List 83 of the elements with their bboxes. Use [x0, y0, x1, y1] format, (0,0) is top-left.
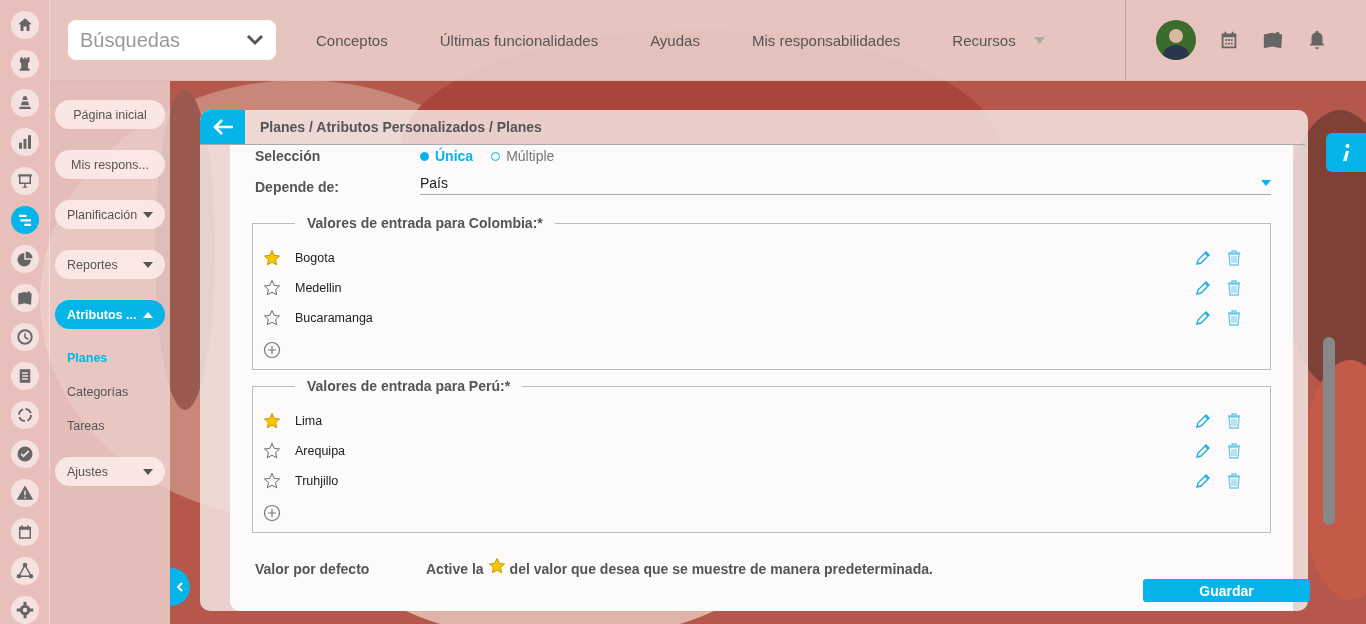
sidebar-menu[interactable]: Ajustes [55, 457, 165, 486]
pie-chart-icon [15, 250, 34, 268]
edit-icon[interactable] [1195, 473, 1211, 489]
edit-icon[interactable] [1195, 250, 1211, 266]
value-label: Lima [295, 414, 324, 428]
breadcrumb: Planes / Atributos Personalizados / Planes [260, 119, 542, 135]
settings-icon [15, 601, 34, 619]
field-label: Depende de: [255, 179, 340, 195]
rail-button[interactable] [10, 89, 39, 117]
edit-icon[interactable] [1195, 413, 1211, 429]
rail-button[interactable] [10, 206, 39, 234]
back-button[interactable] [200, 110, 245, 144]
rail-button[interactable] [10, 284, 39, 312]
hint-text: Active la [426, 561, 484, 577]
group-title: Valores de entrada para Perú:* [306, 378, 512, 394]
nav-link[interactable]: Ayudas [650, 31, 700, 49]
clock-icon [15, 328, 34, 346]
nav-link[interactable]: Recursos [952, 31, 1016, 49]
nav-link[interactable]: Mis responsabilidades [751, 31, 901, 49]
rail-button[interactable] [10, 128, 39, 156]
star-icon[interactable] [263, 249, 281, 267]
nav-link[interactable]: Últimas funcionalidades [439, 31, 599, 49]
warning-icon [15, 484, 34, 502]
edit-icon[interactable] [1195, 443, 1211, 459]
value-label: Truhjillo [295, 474, 340, 488]
rail-button[interactable] [10, 557, 39, 585]
rail-button[interactable] [10, 323, 39, 351]
star-icon[interactable] [263, 309, 281, 327]
edit-icon[interactable] [1195, 310, 1211, 326]
sidebar-menu[interactable]: Reportes [55, 250, 165, 279]
chevron-left-icon [176, 581, 184, 593]
rail-button[interactable] [10, 167, 39, 195]
caret-down-icon [143, 468, 153, 475]
avatar[interactable] [1156, 20, 1196, 60]
caret-down-icon [143, 211, 153, 218]
info-button[interactable] [1326, 133, 1366, 172]
field-label: Selección [255, 148, 322, 164]
sidebar-menu[interactable]: Planificación [55, 200, 165, 229]
presentation-icon [15, 172, 34, 190]
rail-button[interactable] [10, 11, 39, 39]
star-icon [487, 557, 506, 575]
sidebar-item[interactable]: Tareas [55, 409, 165, 443]
radio-option[interactable]: Múltiple [491, 148, 555, 164]
field-label: Valor por defecto [255, 561, 371, 577]
back-arrow-icon [211, 118, 234, 136]
add-icon[interactable] [263, 504, 281, 522]
value-label: Bucaramanga [295, 311, 374, 325]
star-icon[interactable] [263, 442, 281, 460]
scrollbar[interactable] [1323, 337, 1335, 525]
caret-up-icon [143, 311, 153, 318]
rail-button[interactable] [10, 50, 39, 78]
rail-button[interactable] [10, 362, 39, 390]
dependency-select[interactable]: País [420, 172, 1271, 195]
star-icon[interactable] [263, 472, 281, 490]
caret-down-icon [1261, 180, 1271, 186]
rail-button[interactable] [10, 245, 39, 273]
notes-icon [15, 289, 34, 307]
value-label: Arequipa [295, 444, 347, 458]
caret-down-icon [143, 261, 153, 268]
star-icon[interactable] [263, 279, 281, 297]
group-title: Valores de entrada para Colombia:* [306, 215, 544, 231]
cycle-icon [15, 406, 34, 424]
check-icon [15, 445, 34, 463]
value-label: Bogota [295, 251, 336, 265]
star-icon[interactable] [263, 412, 281, 430]
edit-icon[interactable] [1195, 280, 1211, 296]
rail-button[interactable] [10, 596, 39, 624]
sidebar-item[interactable]: Categorías [55, 375, 165, 409]
network-icon [15, 562, 34, 580]
chevron-down-icon [246, 34, 264, 46]
rail-button[interactable] [10, 518, 39, 546]
value-label: Medellin [295, 281, 343, 295]
nav-link[interactable]: Conceptos [316, 31, 388, 49]
hint-text: del valor que desea que se muestre de manera predeterminada. [509, 561, 933, 577]
search-dropdown[interactable]: Búsquedas [68, 20, 276, 60]
info-icon [1341, 142, 1351, 163]
add-icon[interactable] [263, 341, 281, 359]
rail-button[interactable] [10, 479, 39, 507]
sidebar-button[interactable]: Página inicial [55, 100, 165, 129]
rail-button[interactable] [10, 401, 39, 429]
notes-icon[interactable] [1262, 29, 1284, 51]
rail-button[interactable] [10, 440, 39, 468]
sidebar-button[interactable]: Mis respons... [55, 150, 165, 179]
